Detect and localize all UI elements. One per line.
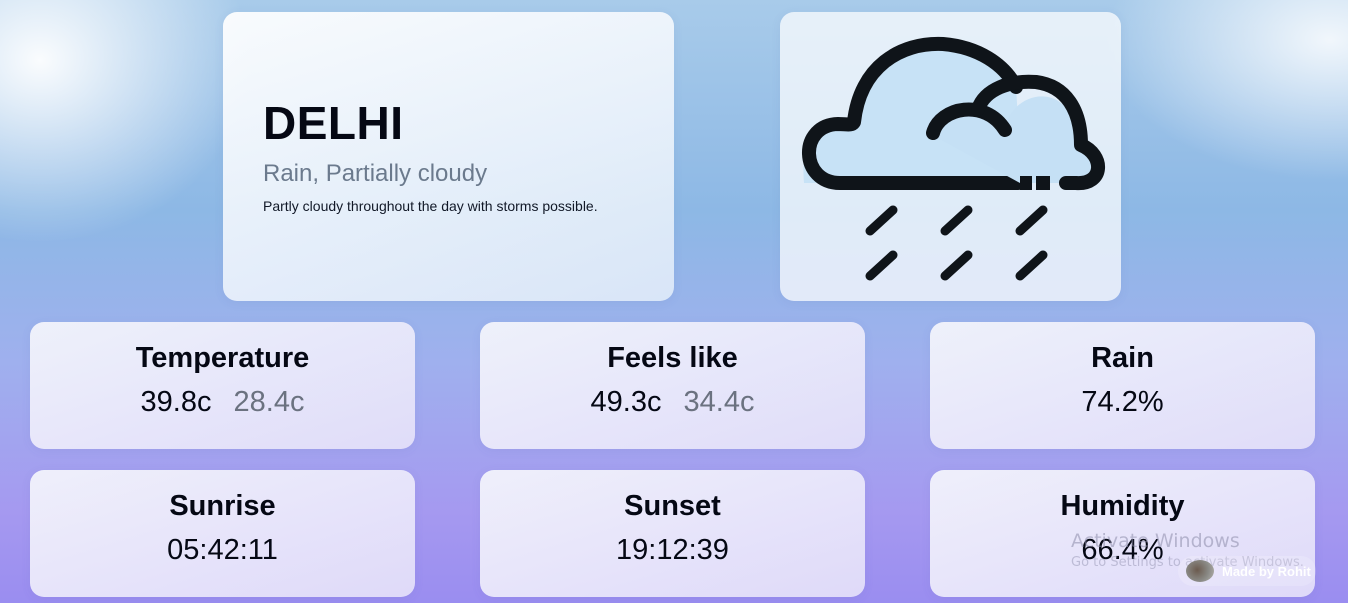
temperature-title: Temperature: [135, 342, 310, 374]
made-by-label: Made by Rohit: [1222, 563, 1311, 579]
weather-conditions: Rain, Partially cloudy: [263, 160, 488, 187]
city-name: DELHI: [263, 97, 404, 149]
sunset-title: Sunset: [624, 490, 721, 522]
sunset-value: 19:12:39: [616, 534, 729, 566]
feels-like-min: 34.4c: [683, 386, 755, 418]
humidity-title: Humidity: [1060, 490, 1185, 522]
feels-like-values: 49.3c 34.4c: [480, 386, 865, 419]
sunset-card: Sunset 19:12:39: [480, 470, 865, 597]
weather-icon-card: [780, 12, 1121, 301]
cloud-rain-icon: [802, 36, 1105, 281]
feels-like-title: Feels like: [607, 342, 738, 374]
feels-like-card: Feels like 49.3c 34.4c: [480, 322, 865, 449]
made-by-badge[interactable]: Made by Rohit: [1178, 556, 1316, 586]
rain-card: Rain 74.2%: [930, 322, 1315, 449]
feels-like-max: 49.3c: [590, 386, 662, 418]
rain-title: Rain: [1091, 342, 1154, 374]
temperature-min: 28.4c: [233, 386, 305, 418]
temperature-card: Temperature 39.8c 28.4c: [30, 322, 415, 449]
avatar: [1186, 560, 1214, 582]
city-card: DELHI Rain, Partially cloudy Partly clou…: [223, 12, 674, 301]
sunrise-value: 05:42:11: [167, 534, 278, 566]
weather-description: Partly cloudy throughout the day with st…: [263, 198, 598, 214]
temperature-max: 39.8c: [140, 386, 212, 418]
rain-value: 74.2%: [1081, 386, 1164, 418]
temperature-values: 39.8c 28.4c: [30, 386, 415, 419]
sunrise-title: Sunrise: [169, 490, 276, 522]
activate-windows-title: Activate Windows: [1071, 530, 1240, 552]
sunrise-card: Sunrise 05:42:11: [30, 470, 415, 597]
